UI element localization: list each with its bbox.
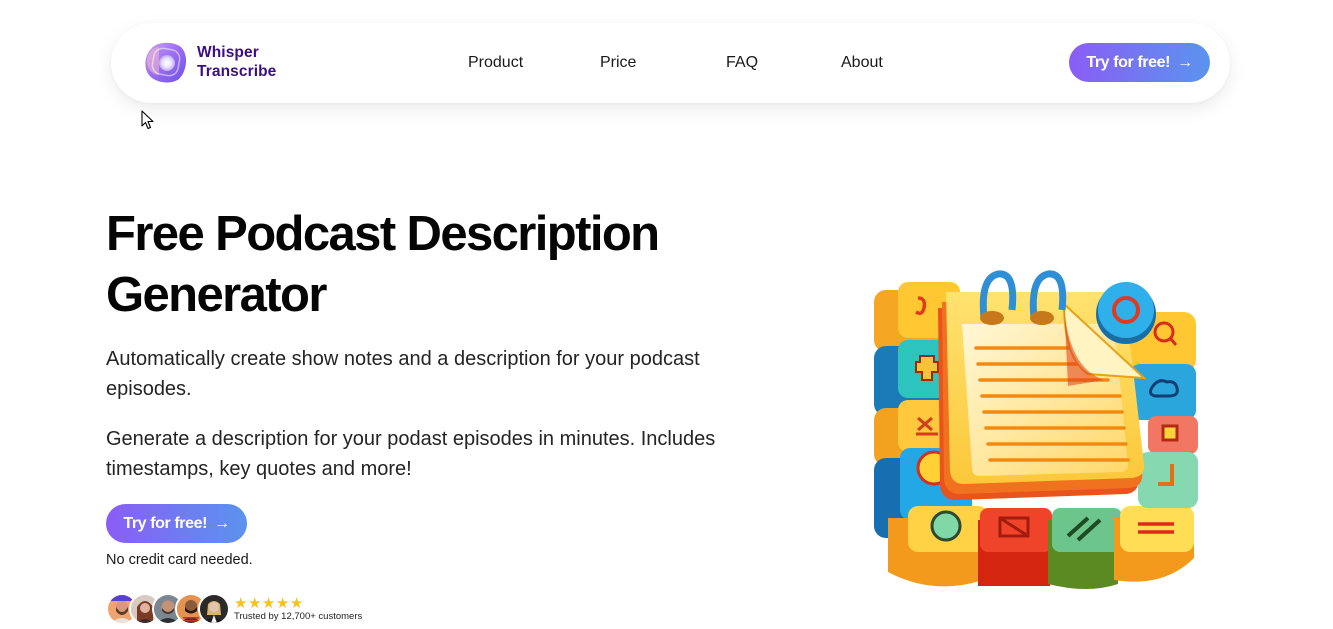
hero-try-for-free-label: Try for free! [123,514,208,532]
rating-stars: ★ ★ ★ ★ ★ [234,594,362,612]
nav-try-for-free-button[interactable]: Try for free! → [1069,43,1210,82]
trust-badge: ★ ★ ★ ★ ★ Trusted by 12,700+ customers [106,592,362,626]
notepad-blocks-illustration [868,268,1203,596]
star-icon: ★ [261,594,276,612]
hero-try-for-free-button[interactable]: Try for free! → [106,504,247,543]
trust-info: ★ ★ ★ ★ ★ Trusted by 12,700+ customers [234,594,363,622]
customer-avatars [106,593,230,625]
nav-links: Product Price FAQ About [111,23,1230,103]
mouse-cursor-icon [141,110,155,130]
nav-try-for-free-label: Try for free! [1086,53,1171,71]
star-icon: ★ [289,594,304,612]
nav-link-about[interactable]: About [841,54,883,72]
avatar [198,593,230,625]
nav-link-faq[interactable]: FAQ [726,54,758,72]
nav-link-product[interactable]: Product [468,54,523,72]
top-navbar: Whisper Transcribe Product Price FAQ Abo… [111,23,1230,103]
nav-link-price[interactable]: Price [600,54,636,72]
hero-subtitle: Automatically create show notes and a de… [106,348,700,400]
star-icon: ★ [234,594,248,612]
no-credit-card-note: No credit card needed. [106,552,253,568]
star-icon: ★ [247,594,262,612]
trust-text: Trusted by 12,700+ customers [234,610,363,622]
hero-title: Free Podcast Description Generator [106,207,660,322]
star-icon: ★ [275,594,290,612]
arrow-right-icon: → [214,514,230,532]
arrow-right-icon: → [1177,53,1193,71]
hero-description: Generate a description for your podast e… [106,428,716,480]
